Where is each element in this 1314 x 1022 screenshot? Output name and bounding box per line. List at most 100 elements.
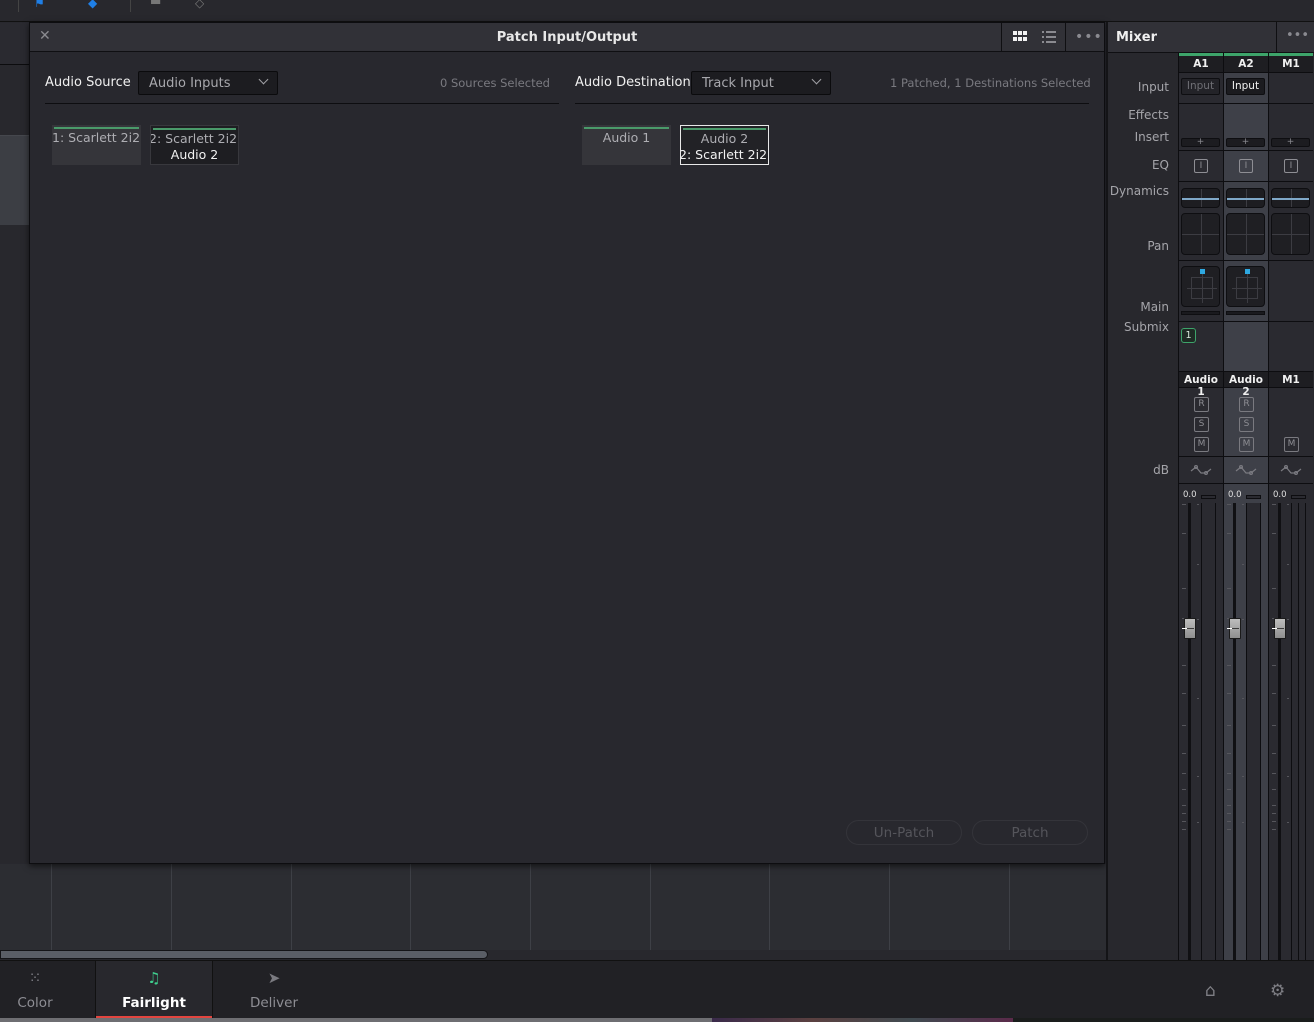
record-arm-button[interactable]: R <box>1194 397 1209 412</box>
fader-scale-tick <box>1272 504 1276 505</box>
dynamics-thumbnail[interactable] <box>1226 213 1265 255</box>
fader-scale-tick <box>1227 725 1231 726</box>
timeline-track-headers <box>0 23 30 863</box>
patch-button[interactable]: Patch <box>972 820 1088 845</box>
mute-button[interactable]: M <box>1239 437 1254 452</box>
add-effect-button[interactable]: + <box>1181 138 1220 147</box>
flag-icon[interactable]: ⚑ <box>34 0 45 10</box>
row-label-main: Main <box>1140 300 1169 314</box>
timeline-horizontal-scrollbar[interactable] <box>0 950 488 959</box>
row-label-db: dB <box>1153 463 1169 477</box>
destination-tile-selected[interactable]: Audio 2 2: Scarlett 2i2 USB <box>680 125 769 165</box>
row-label-effects: Effects <box>1128 108 1169 122</box>
track-header-selected[interactable] <box>0 135 30 225</box>
solo-button[interactable]: S <box>1239 417 1254 432</box>
page-tab-color[interactable]: ⁙ Color <box>0 961 94 1019</box>
level-meter <box>1291 503 1306 965</box>
channel-id: A2 <box>1224 56 1268 73</box>
fader-level-readout: 0.0 <box>1228 490 1242 500</box>
toolbar-divider <box>18 0 19 12</box>
fader-level-readout: 0.0 <box>1183 490 1197 500</box>
eq-thumbnail[interactable] <box>1181 188 1220 208</box>
record-arm-button[interactable]: R <box>1239 397 1254 412</box>
fader-scale-tick <box>1272 773 1276 774</box>
input-button[interactable]: Input <box>1181 78 1220 95</box>
snap-icon[interactable]: ◇ <box>195 0 204 10</box>
meter-scale-tick <box>1242 504 1244 505</box>
marker-icon[interactable]: ◆ <box>88 0 97 10</box>
mixer-title: Mixer <box>1116 30 1158 45</box>
fader-scale-tick <box>1227 821 1231 822</box>
source-tile[interactable]: 1: Scarlett 2i2 USB <box>52 125 141 165</box>
page-tab-fairlight[interactable]: ♫ Fairlight <box>95 961 213 1019</box>
meter-scale-tick <box>1287 698 1289 699</box>
fader-track <box>1188 503 1191 963</box>
automation-icon[interactable] <box>1235 464 1257 476</box>
timeline-area[interactable] <box>0 864 1106 950</box>
timeline-view-icon[interactable]: ▬ <box>150 0 161 8</box>
rocket-icon: ➤ <box>267 969 281 987</box>
fader-scale-tick <box>1272 665 1276 666</box>
insert-button[interactable]: I <box>1284 159 1298 173</box>
divider <box>45 103 559 104</box>
list-view-icon[interactable] <box>1042 31 1056 43</box>
destinations-selected-status: 1 Patched, 1 Destinations Selected <box>890 76 1091 90</box>
pan-control[interactable] <box>1181 266 1220 307</box>
fader-scale-tick <box>1272 829 1276 830</box>
grid-view-icon[interactable] <box>1013 31 1027 43</box>
main-bus-button[interactable]: 1 <box>1181 328 1196 343</box>
pan-slider[interactable] <box>1181 311 1220 315</box>
more-options-icon[interactable]: ••• <box>1286 28 1309 43</box>
home-icon[interactable]: ⌂ <box>1205 981 1216 1001</box>
fader-unity-mark <box>1182 628 1187 629</box>
destination-tile[interactable]: Audio 1 <box>582 125 671 165</box>
meter-scale-tick <box>1287 564 1289 565</box>
fader-scale-tick <box>1182 821 1186 822</box>
dynamics-thumbnail[interactable] <box>1181 213 1220 255</box>
eq-thumbnail[interactable] <box>1226 188 1265 208</box>
insert-button[interactable]: I <box>1194 159 1208 173</box>
add-effect-button[interactable]: + <box>1271 138 1310 147</box>
fader-scale-tick <box>1227 773 1231 774</box>
meter-scale-tick <box>1287 504 1289 505</box>
peak-indicator <box>1246 495 1261 499</box>
pan-control[interactable] <box>1226 266 1265 307</box>
fader-scale-tick <box>1227 504 1231 505</box>
pan-position-indicator <box>1245 269 1250 274</box>
audio-destination-dropdown-value: Track Input <box>702 76 774 91</box>
more-options-icon[interactable]: ••• <box>1075 29 1103 45</box>
fader-scale-tick <box>1272 693 1276 694</box>
row-label-eq: EQ <box>1151 158 1169 172</box>
unpatch-button[interactable]: Un-Patch <box>846 820 962 845</box>
fader-scale-tick <box>1227 829 1231 830</box>
channel-id: A1 <box>1179 56 1223 73</box>
dynamics-thumbnail[interactable] <box>1271 213 1310 255</box>
input-button[interactable]: Input <box>1226 78 1265 95</box>
page-tab-deliver[interactable]: ➤ Deliver <box>215 961 333 1019</box>
patch-input-output-dialog: ✕ Patch Input/Output ••• Audio Source Au… <box>29 22 1105 864</box>
mute-button[interactable]: M <box>1194 437 1209 452</box>
mixer-channel-a2[interactable]: A2 Input + I Audio 2 R S M 0.0 <box>1223 53 1268 965</box>
add-effect-button[interactable]: + <box>1226 138 1265 147</box>
mixer-channel-a1[interactable]: A1 Input + I 1 Audio 1 R S M 0.0 <box>1178 53 1223 965</box>
pan-slider[interactable] <box>1226 311 1265 315</box>
sources-selected-status: 0 Sources Selected <box>440 76 550 90</box>
meter-scale-tick <box>1197 564 1199 565</box>
audio-destination-dropdown[interactable]: Track Input <box>691 71 831 95</box>
eq-thumbnail[interactable] <box>1271 188 1310 208</box>
fader-scale-tick <box>1227 533 1231 534</box>
solo-button[interactable]: S <box>1194 417 1209 432</box>
automation-icon[interactable] <box>1190 464 1212 476</box>
meter-scale-tick <box>1287 776 1289 777</box>
track-name: M1 <box>1269 371 1313 388</box>
source-tile-name: 2: Scarlett 2i2 USB <box>150 131 238 146</box>
fader-scale-tick <box>1182 665 1186 666</box>
source-tile[interactable]: 2: Scarlett 2i2 USB Audio 2 <box>150 125 239 165</box>
mute-button[interactable]: M <box>1284 437 1299 452</box>
meter-scale-tick <box>1242 822 1244 823</box>
insert-button[interactable]: I <box>1239 159 1253 173</box>
audio-source-dropdown[interactable]: Audio Inputs <box>138 71 278 95</box>
gear-icon[interactable]: ⚙ <box>1270 981 1285 1001</box>
automation-icon[interactable] <box>1280 464 1302 476</box>
mixer-channel-m1[interactable]: M1 + I M1 M 0.0 <box>1268 53 1313 965</box>
